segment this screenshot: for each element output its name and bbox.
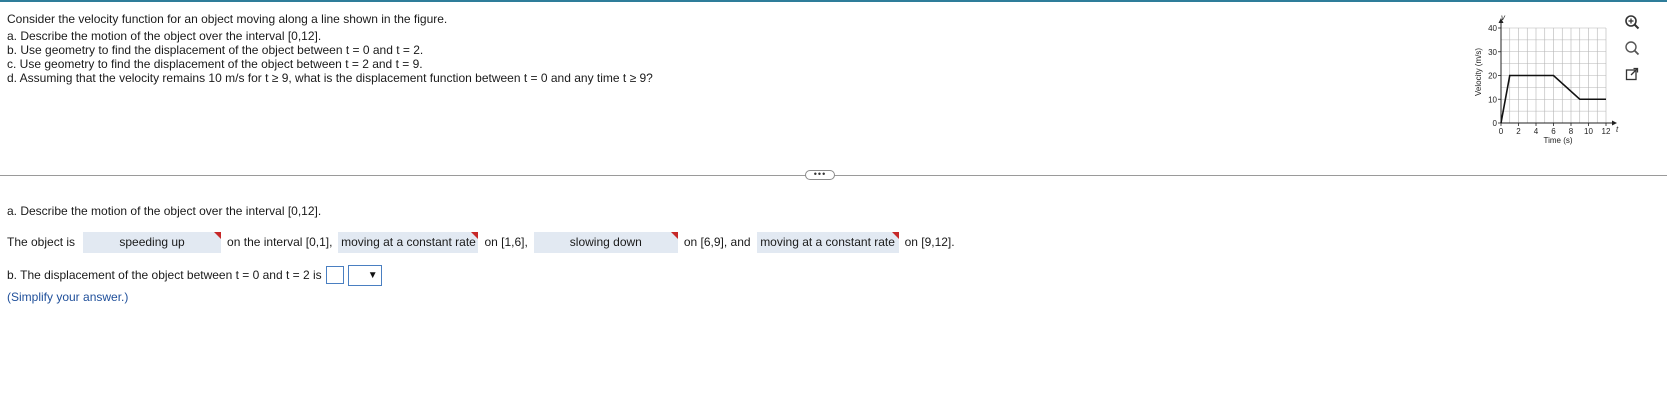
part-a-answer-row: The object is speeding up on the interva… xyxy=(7,231,1407,253)
graph-x-axis-letter: t xyxy=(1616,125,1619,134)
y-tick-label: 0 xyxy=(1493,119,1498,128)
graph-tick-labels: 0 10 20 30 40 0 2 4 6 8 10 12 xyxy=(1488,24,1611,136)
part-b-row: b. The displacement of the object betwee… xyxy=(7,264,1407,286)
motion-dropdown-2[interactable]: moving at a constant rate xyxy=(338,231,479,253)
velocity-graph: 0 10 20 30 40 0 2 4 6 8 10 12 Velocity (m/s) Time (… xyxy=(1470,8,1630,148)
graph-y-axis-label: Velocity (m/s) xyxy=(1474,48,1483,96)
interval-text-1: on the interval [0,1], xyxy=(227,235,333,249)
motion-dropdown-2-value: moving at a constant rate xyxy=(341,235,476,249)
part-b-prompt: b. The displacement of the object betwee… xyxy=(7,268,322,282)
interval-text-2: on [1,6], xyxy=(484,235,528,249)
chevron-down-icon: ▼ xyxy=(367,269,378,281)
problem-part-a: a. Describe the motion of the object ove… xyxy=(7,29,322,43)
y-tick-label: 40 xyxy=(1488,24,1497,33)
graph-x-axis-label: Time (s) xyxy=(1543,136,1572,145)
problem-intro: Consider the velocity function for an ob… xyxy=(7,12,448,26)
incorrect-flag-icon xyxy=(891,231,899,239)
x-tick-label: 8 xyxy=(1569,127,1574,136)
simplify-hint: (Simplify your answer.) xyxy=(7,290,129,304)
interval-text-4: on [9,12]. xyxy=(904,235,955,249)
x-tick-label: 2 xyxy=(1516,127,1521,136)
motion-dropdown-4[interactable]: moving at a constant rate xyxy=(756,231,899,253)
y-tick-label: 30 xyxy=(1488,48,1497,57)
motion-dropdown-4-value: moving at a constant rate xyxy=(760,235,895,249)
x-tick-label: 0 xyxy=(1499,127,1504,136)
x-tick-label: 10 xyxy=(1584,127,1593,136)
toolbar xyxy=(1622,12,1648,90)
zoom-in-icon[interactable] xyxy=(1622,12,1642,32)
incorrect-flag-icon xyxy=(471,231,479,239)
answer-prefix: The object is xyxy=(7,235,76,249)
popout-icon[interactable] xyxy=(1622,64,1642,84)
y-tick-label: 20 xyxy=(1488,72,1497,81)
motion-dropdown-1[interactable]: speeding up xyxy=(83,231,222,253)
x-tick-label: 4 xyxy=(1534,127,1539,136)
problem-part-b: b. Use geometry to find the displacement… xyxy=(7,43,424,57)
unit-dropdown[interactable]: ▼ xyxy=(347,264,382,286)
velocity-graph-svg: 0 10 20 30 40 0 2 4 6 8 10 12 Velocity (m/s) Time (… xyxy=(1474,13,1619,145)
x-tick-label: 12 xyxy=(1602,127,1611,136)
graph-axes xyxy=(1498,18,1617,126)
displacement-answer-input[interactable] xyxy=(325,266,344,284)
motion-dropdown-3-value: slowing down xyxy=(569,235,642,249)
motion-dropdown-3[interactable]: slowing down xyxy=(533,231,678,253)
x-tick-label: 6 xyxy=(1551,127,1556,136)
problem-part-d: d. Assuming that the velocity remains 10… xyxy=(7,71,653,85)
graph-y-axis-letter: v xyxy=(1501,13,1506,22)
expand-more-button[interactable]: ••• xyxy=(805,170,835,180)
motion-dropdown-1-value: speeding up xyxy=(119,235,185,249)
top-accent-line xyxy=(0,0,1667,2)
interval-text-3: on [6,9], and xyxy=(683,235,751,249)
incorrect-flag-icon xyxy=(670,231,678,239)
answer-area: a. Describe the motion of the object ove… xyxy=(7,204,1407,304)
problem-statement: Consider the velocity function for an ob… xyxy=(7,12,653,85)
part-a-title: a. Describe the motion of the object ove… xyxy=(7,204,322,218)
problem-part-c: c. Use geometry to find the displacement… xyxy=(7,57,423,71)
incorrect-flag-icon xyxy=(214,231,222,239)
magnifier-icon[interactable] xyxy=(1622,38,1642,58)
y-tick-label: 10 xyxy=(1488,95,1497,104)
